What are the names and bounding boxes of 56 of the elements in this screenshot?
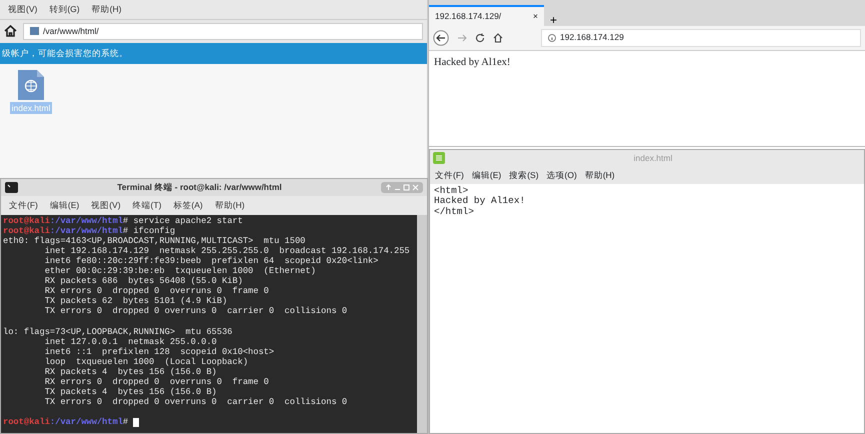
menu-item[interactable]: 帮助(H) (214, 198, 245, 212)
terminal-prompt: root@kali:/var/www/html# ifconfig (3, 226, 176, 236)
menu-icon[interactable] (433, 152, 445, 164)
terminal-output: eth0: flags=4163<UP,BROADCAST,RUNNING,MULTICAST> mtu 1500 (3, 236, 306, 246)
warning-banner: 级帐户，可能会损害您的系统。 (0, 42, 427, 64)
home-icon[interactable] (493, 32, 503, 43)
terminal-output: inet 192.168.174.129 netmask 255.255.255.0 broadcast 192.168.174.255 (44, 246, 410, 256)
terminal-output: RX errors 0 dropped 0 overruns 0 frame 0 (44, 286, 269, 296)
terminal-prompt: root@kali:/var/www/html# (3, 417, 128, 428)
maximize-icon[interactable] (403, 184, 410, 191)
forward-icon[interactable] (457, 32, 467, 43)
terminal-output: RX errors 0 dropped 0 overruns 0 frame 0 (44, 377, 269, 388)
menu-item[interactable]: 编辑(E) (50, 198, 80, 212)
info-icon[interactable] (548, 34, 556, 42)
scrollbar[interactable] (417, 214, 427, 433)
terminal-output: inet6 fe80::20c:29ff:fe39:beeb prefixlen 64 scopeid 0x20<link> (44, 256, 378, 266)
terminal-output: TX errors 0 dropped 0 overruns 0 carrier 0 collisions 0 (44, 306, 348, 316)
menu-item[interactable]: 文件(F) (435, 168, 464, 182)
menu-item[interactable]: 转到(G) (49, 3, 80, 16)
menu-item[interactable]: 帮助(H) (584, 168, 615, 182)
terminal-icon (5, 182, 18, 193)
terminal-prompt: root@kali:/var/www/html# service apache2 start (3, 216, 243, 226)
window-title: index.html (632, 152, 674, 165)
menu-item[interactable]: 视图(V) (91, 198, 121, 212)
home-icon[interactable] (4, 25, 17, 38)
menu-item[interactable]: 文件(F) (9, 198, 38, 212)
terminal-output: RX packets 686 bytes 56408 (55.0 KiB) (44, 276, 243, 286)
up-icon[interactable] (385, 184, 392, 191)
window-title: Terminal 终端 - root@kali: /var/www/html (116, 181, 283, 194)
address-bar[interactable]: 192.168.174.129 (541, 28, 861, 47)
page-text: Hacked by Al1ex! (434, 56, 510, 68)
location-field[interactable]: /var/www/html/ (23, 22, 423, 40)
menu-item[interactable]: 帮助(H) (92, 3, 122, 16)
menu-item[interactable]: 视图(V) (8, 3, 38, 16)
menu-item[interactable]: 编辑(E) (472, 168, 502, 182)
menu-item[interactable]: 搜索(S) (509, 168, 539, 182)
reload-icon[interactable] (475, 32, 485, 43)
terminal-output: ether 00:0c:29:39:be:eb txqueuelen 1000 (Ethernet) (44, 266, 316, 276)
terminal-output: lo: flags=73<UP,LOOPBACK,RUNNING> mtu 65536 (3, 326, 232, 337)
menu-item[interactable]: 选项(O) (546, 168, 577, 182)
tab-close[interactable]: × (533, 10, 538, 23)
browser-tab[interactable]: 192.168.174.129/ × (429, 5, 544, 26)
tab-title: 192.168.174.129/ (435, 10, 502, 23)
menu-item[interactable]: 终端(T) (132, 198, 162, 212)
terminal-output: RX packets 4 bytes 156 (156.0 B) (44, 366, 217, 377)
terminal-output: TX packets 62 bytes 5101 (4.9 KiB) (44, 296, 228, 306)
terminal-output: TX errors 0 dropped 0 overruns 0 carrier 0 collisions 0 (44, 397, 348, 408)
terminal-output: inet 127.0.0.1 netmask 255.0.0.0 (44, 336, 217, 347)
web-file-icon[interactable] (18, 70, 44, 100)
terminal-output: loop txqueuelen 1000 (Local Loopback) (44, 356, 248, 367)
back-icon[interactable] (433, 30, 449, 46)
menu-item[interactable]: 标签(A) (173, 198, 203, 212)
close-icon[interactable] (412, 184, 419, 191)
terminal-output: inet6 ::1 prefixlen 128 scopeid 0x10<host> (44, 346, 274, 357)
new-tab-button[interactable]: + (544, 14, 564, 26)
terminal-output: TX packets 4 bytes 156 (156.0 B) (44, 387, 217, 398)
